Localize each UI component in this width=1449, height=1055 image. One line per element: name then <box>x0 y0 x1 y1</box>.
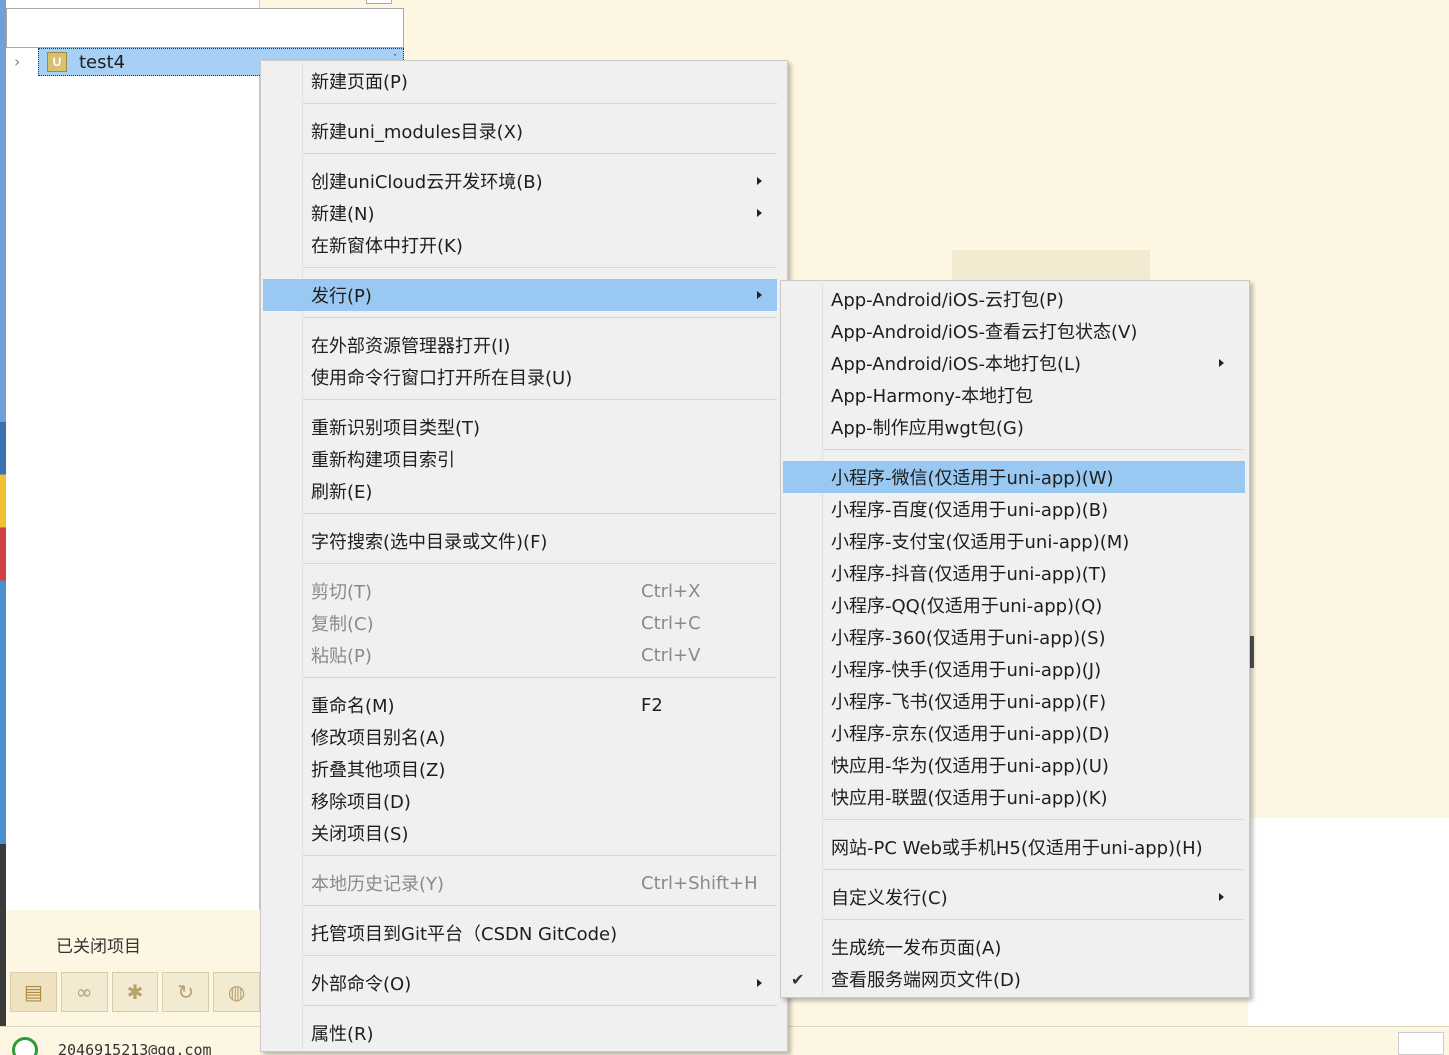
menu-item-close-project[interactable]: 关闭项目(S) <box>263 817 777 849</box>
submenu-arrow-icon <box>1219 359 1224 367</box>
menu-item-host-git[interactable]: 托管项目到Git平台（CSDN GitCode) <box>263 917 777 949</box>
closed-projects-section[interactable]: 已关闭项目 <box>6 910 260 970</box>
menu-separator <box>303 677 777 678</box>
editor-area-decoration <box>952 250 1150 280</box>
menu-item-remove-project[interactable]: 移除项目(D) <box>263 785 777 817</box>
menu-separator <box>303 1005 777 1006</box>
menu-separator <box>823 449 1243 450</box>
submenu-item-mp-douyin[interactable]: 小程序-抖音(仅适用于uni-app)(T) <box>783 557 1245 589</box>
submenu-item-web-h5[interactable]: 网站-PC Web或手机H5(仅适用于uni-app)(H) <box>783 831 1245 863</box>
binoculars-icon[interactable]: ∞ <box>60 972 108 1012</box>
menu-item-open-new-window[interactable]: 在新窗体中打开(K) <box>263 229 777 261</box>
menu-item-external-commands[interactable]: 外部命令(O) <box>263 967 777 999</box>
editor-lower-panel <box>1248 818 1449 1026</box>
menu-separator <box>303 955 777 956</box>
menu-separator <box>303 513 777 514</box>
explorer-bottom-toolbar: ▤ ∞ ✱ ↻ ◍ <box>6 972 260 1020</box>
closed-projects-label: 已关闭项目 <box>56 937 141 957</box>
menu-separator <box>303 103 777 104</box>
menu-separator <box>303 399 777 400</box>
globe-icon[interactable]: ◍ <box>213 972 260 1012</box>
submenu-arrow-icon <box>757 291 762 299</box>
menu-item-open-terminal[interactable]: 使用命令行窗口打开所在目录(U) <box>263 361 777 393</box>
submenu-arrow-icon <box>757 209 762 217</box>
project-name: test4 <box>79 51 126 73</box>
editor-lower-tab <box>1398 1032 1444 1055</box>
menu-item-paste[interactable]: 粘贴(P) Ctrl+V <box>263 639 777 671</box>
submenu-item-quickapp-union[interactable]: 快应用-联盟(仅适用于uni-app)(K) <box>783 781 1245 813</box>
menu-item-publish[interactable]: 发行(P) <box>263 279 777 311</box>
menu-separator <box>303 855 777 856</box>
submenu-item-view-server-files[interactable]: ✔ 查看服务端网页文件(D) <box>783 963 1245 995</box>
account-email[interactable]: 2046915213@qq.com <box>58 1041 212 1055</box>
menu-item-create-unicloud[interactable]: 创建uniCloud云开发环境(B) <box>263 165 777 197</box>
submenu-item-mp-360[interactable]: 小程序-360(仅适用于uni-app)(S) <box>783 621 1245 653</box>
menu-item-reidentify-type[interactable]: 重新识别项目类型(T) <box>263 411 777 443</box>
menu-separator <box>823 819 1243 820</box>
menu-item-new[interactable]: 新建(N) <box>263 197 777 229</box>
submenu-item-quickapp-huawei[interactable]: 快应用-华为(仅适用于uni-app)(U) <box>783 749 1245 781</box>
menu-separator <box>823 919 1243 920</box>
refresh-icon[interactable]: ↻ <box>162 972 210 1012</box>
menu-separator <box>303 905 777 906</box>
menu-item-edit-alias[interactable]: 修改项目别名(A) <box>263 721 777 753</box>
submenu-arrow-icon <box>757 177 762 185</box>
menu-item-cut[interactable]: 剪切(T) Ctrl+X <box>263 575 777 607</box>
menu-item-collapse-others[interactable]: 折叠其他项目(Z) <box>263 753 777 785</box>
submenu-item-mp-qq[interactable]: 小程序-QQ(仅适用于uni-app)(Q) <box>783 589 1245 621</box>
submenu-item-mp-kuaishou[interactable]: 小程序-快手(仅适用于uni-app)(J) <box>783 653 1245 685</box>
menu-separator <box>303 563 777 564</box>
menu-separator <box>303 317 777 318</box>
menu-item-new-page[interactable]: 新建页面(P) <box>263 65 777 97</box>
menu-item-open-in-explorer[interactable]: 在外部资源管理器打开(I) <box>263 329 777 361</box>
submenu-item-app-cloud-pack[interactable]: App-Android/iOS-云打包(P) <box>783 283 1245 315</box>
publish-submenu: App-Android/iOS-云打包(P) App-Android/iOS-查… <box>780 280 1250 998</box>
project-icon: U <box>47 52 67 72</box>
submenu-item-app-local-pack[interactable]: App-Android/iOS-本地打包(L) <box>783 347 1245 379</box>
menu-item-local-history[interactable]: 本地历史记录(Y) Ctrl+Shift+H <box>263 867 777 899</box>
explorer-top-tab <box>366 0 392 4</box>
project-explorer-icon[interactable]: ▤ <box>10 972 57 1012</box>
submenu-item-mp-alipay[interactable]: 小程序-支付宝(仅适用于uni-app)(M) <box>783 525 1245 557</box>
submenu-item-unified-publish-page[interactable]: 生成统一发布页面(A) <box>783 931 1245 963</box>
bug-icon[interactable]: ✱ <box>111 972 159 1012</box>
menu-item-refresh[interactable]: 刷新(E) <box>263 475 777 507</box>
menu-item-properties[interactable]: 属性(R) <box>263 1017 777 1049</box>
submenu-item-app-wgt[interactable]: App-制作应用wgt包(G) <box>783 411 1245 443</box>
account-icon[interactable] <box>12 1037 38 1055</box>
menu-separator <box>303 153 777 154</box>
submenu-item-mp-baidu[interactable]: 小程序-百度(仅适用于uni-app)(B) <box>783 493 1245 525</box>
submenu-item-mp-jd[interactable]: 小程序-京东(仅适用于uni-app)(D) <box>783 717 1245 749</box>
explorer-filter-field[interactable] <box>6 8 404 48</box>
submenu-item-mp-feishu[interactable]: 小程序-飞书(仅适用于uni-app)(F) <box>783 685 1245 717</box>
project-explorer <box>6 0 260 910</box>
menu-separator <box>823 869 1243 870</box>
submenu-item-mp-weixin[interactable]: 小程序-微信(仅适用于uni-app)(W) <box>783 461 1245 493</box>
menu-separator <box>303 267 777 268</box>
check-icon: ✔ <box>791 969 805 989</box>
menu-item-new-uni-modules[interactable]: 新建uni_modules目录(X) <box>263 115 777 147</box>
submenu-arrow-icon <box>757 979 762 987</box>
submenu-item-custom-publish[interactable]: 自定义发行(C) <box>783 881 1245 913</box>
menu-item-rebuild-index[interactable]: 重新构建项目索引 <box>263 443 777 475</box>
chevron-right-icon[interactable]: › <box>14 52 28 72</box>
menu-item-text-search[interactable]: 字符搜索(选中目录或文件)(F) <box>263 525 777 557</box>
submenu-arrow-icon <box>1219 893 1224 901</box>
menu-item-rename[interactable]: 重命名(M) F2 <box>263 689 777 721</box>
submenu-item-harmony-local-pack[interactable]: App-Harmony-本地打包 <box>783 379 1245 411</box>
project-context-menu: 新建页面(P) 新建uni_modules目录(X) 创建uniCloud云开发… <box>260 60 788 1052</box>
submenu-item-app-cloud-status[interactable]: App-Android/iOS-查看云打包状态(V) <box>783 315 1245 347</box>
menu-item-copy[interactable]: 复制(C) Ctrl+C <box>263 607 777 639</box>
